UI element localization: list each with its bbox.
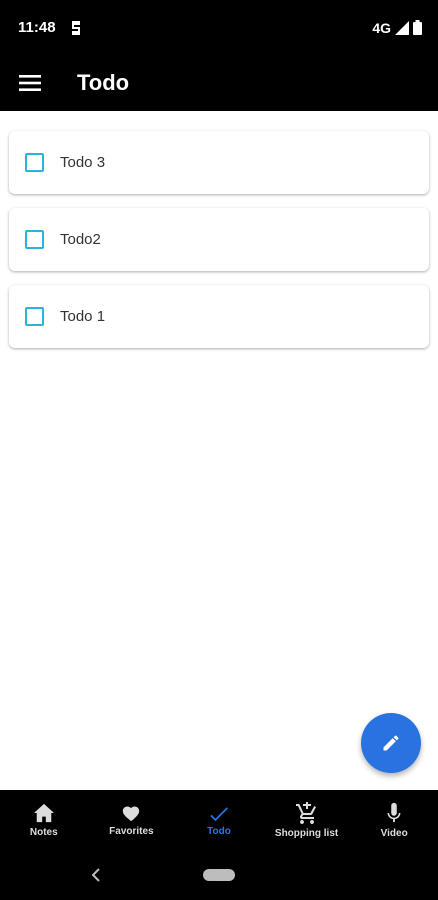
nav-item-todo[interactable]: Todo bbox=[175, 804, 263, 837]
nav-label: Video bbox=[380, 827, 408, 839]
home-icon bbox=[33, 803, 55, 823]
status-right: 4G bbox=[372, 20, 422, 36]
todo-checkbox[interactable] bbox=[25, 153, 44, 172]
hamburger-menu-icon bbox=[19, 75, 41, 91]
nav-label: Notes bbox=[29, 826, 58, 838]
nav-item-video[interactable]: Video bbox=[350, 802, 438, 839]
battery-icon bbox=[413, 20, 422, 35]
system-back-button[interactable] bbox=[89, 865, 103, 885]
app-bar: Todo bbox=[0, 55, 438, 111]
nav-label: Shopping list bbox=[274, 827, 339, 839]
network-type: 4G bbox=[372, 19, 391, 36]
pencil-icon bbox=[381, 733, 401, 753]
cart-icon bbox=[295, 801, 319, 824]
todo-label: Todo 3 bbox=[60, 154, 106, 171]
check-icon bbox=[208, 804, 230, 822]
nav-item-notes[interactable]: Notes bbox=[0, 803, 88, 838]
signal-icon bbox=[395, 20, 409, 35]
nav-item-favorites[interactable]: Favorites bbox=[88, 804, 176, 837]
todo-checkbox[interactable] bbox=[25, 230, 44, 249]
todo-label: Todo2 bbox=[60, 231, 101, 248]
todo-item[interactable]: Todo 1 bbox=[9, 285, 429, 348]
todo-list: Todo 3 Todo2 Todo 1 bbox=[0, 111, 438, 362]
todo-item[interactable]: Todo2 bbox=[9, 208, 429, 271]
status-time: 11:48 bbox=[18, 19, 56, 36]
system-home-button[interactable] bbox=[203, 869, 235, 881]
s-notification-icon bbox=[70, 20, 82, 36]
todo-checkbox[interactable] bbox=[25, 307, 44, 326]
chevron-left-icon bbox=[92, 868, 100, 882]
mic-icon bbox=[386, 802, 402, 824]
system-nav-bar bbox=[0, 850, 438, 900]
todo-label: Todo 1 bbox=[60, 308, 106, 325]
bottom-nav: Notes Favorites Todo Shopping list Video bbox=[0, 790, 438, 850]
nav-label: Todo bbox=[207, 825, 231, 837]
nav-label: Favorites bbox=[109, 825, 154, 837]
status-left: 11:48 bbox=[18, 19, 82, 36]
nav-item-shopping-list[interactable]: Shopping list bbox=[263, 801, 351, 839]
heart-icon bbox=[121, 804, 141, 822]
page-title: Todo bbox=[77, 70, 130, 95]
status-bar: 11:48 4G bbox=[0, 0, 438, 55]
add-todo-button[interactable] bbox=[361, 713, 421, 773]
todo-item[interactable]: Todo 3 bbox=[9, 131, 429, 194]
menu-button[interactable] bbox=[0, 55, 60, 111]
